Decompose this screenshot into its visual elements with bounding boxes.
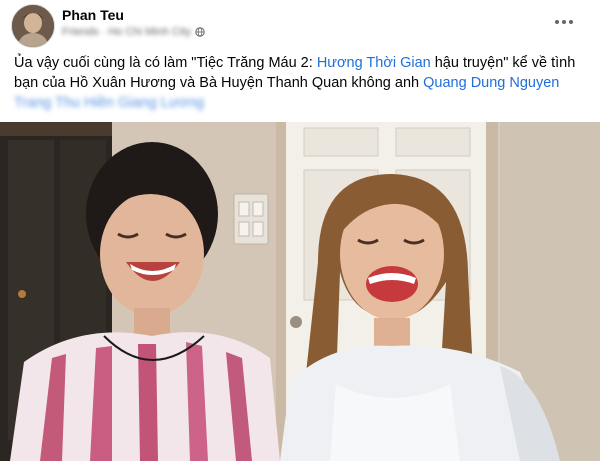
more-options-icon-dot: [562, 20, 566, 24]
author-avatar[interactable]: [11, 4, 55, 48]
author-name[interactable]: Phan Teu: [62, 7, 124, 23]
post-photo[interactable]: [0, 122, 600, 461]
tagged-page-link[interactable]: Hương Thời Gian: [317, 55, 431, 71]
avatar-image: [12, 5, 54, 47]
more-options-icon-dot: [555, 20, 559, 24]
post-header: Phan Teu Friends · Ho Chi Minh City: [0, 0, 600, 50]
globe-icon: [195, 27, 205, 37]
post-timestamp[interactable]: Friends · Ho Chi Minh City: [62, 26, 191, 38]
more-options-button[interactable]: [552, 12, 576, 32]
photo-image: [0, 122, 600, 461]
post-meta[interactable]: Friends · Ho Chi Minh City: [62, 26, 205, 38]
tagged-user-link-blurred[interactable]: Trang Thu Hiền Giang Lương: [14, 95, 204, 111]
tagged-user-link[interactable]: Quang Dung Nguyen: [423, 75, 559, 91]
more-options-icon-dot: [569, 20, 573, 24]
post-text: Ủa vậy cuối cùng là có làm "Tiệc Trăng M…: [14, 53, 586, 113]
post-text-intro: Ủa vậy cuối cùng là có làm "Tiệc Trăng M…: [14, 55, 317, 71]
